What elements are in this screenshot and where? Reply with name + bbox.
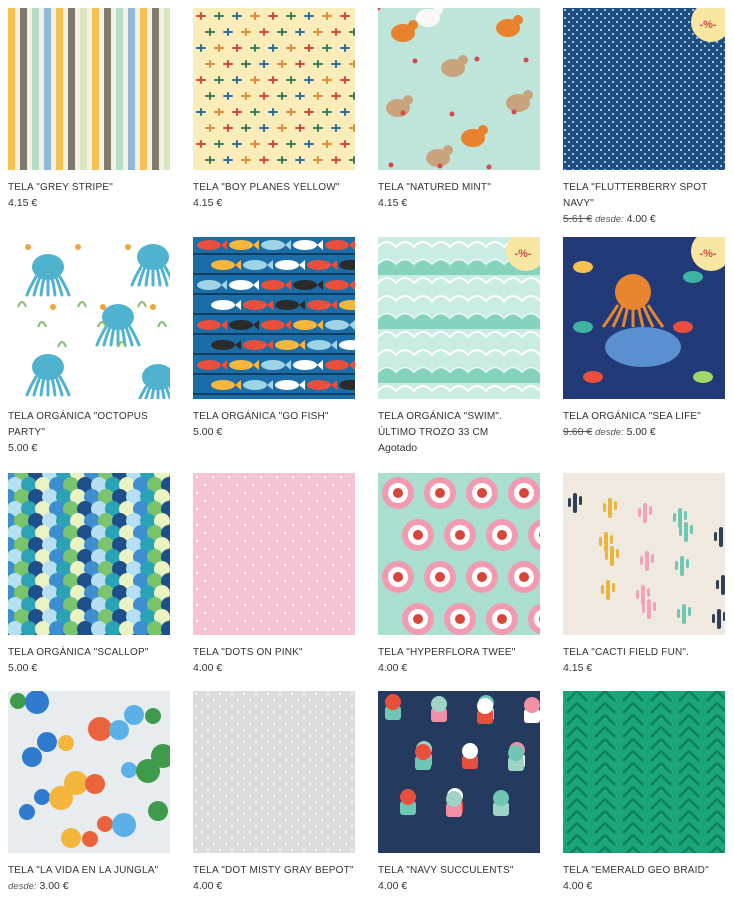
product-image[interactable]: -%- <box>563 8 725 170</box>
product-card: TELA "LA VIDA EN LA JUNGLA" desde: 3.00 … <box>8 691 170 894</box>
product-grid: TELA "GREY STRIPE" 4.15 € TELA "BOY PLAN… <box>0 0 734 900</box>
price: 5.00 € <box>193 426 223 438</box>
jungle-pattern-icon <box>8 691 170 853</box>
from-label: desde: <box>595 427 624 438</box>
price: 4.00 € <box>193 880 223 892</box>
price: 5.00 € <box>626 426 656 438</box>
product-title-link[interactable]: TELA "HYPERFLORA TWEE" <box>378 647 515 658</box>
stock-status: Agotado <box>378 442 418 454</box>
product-title-link[interactable]: TELA "EMERALD GEO BRAID" <box>563 865 709 876</box>
from-label: desde: <box>8 881 37 892</box>
product-image[interactable]: -%- <box>563 237 725 399</box>
product-card: TELA "HYPERFLORA TWEE" 4.00 € <box>378 473 540 675</box>
product-image[interactable] <box>193 473 355 635</box>
product-title-link[interactable]: TELA "DOTS ON PINK" <box>193 647 303 658</box>
price: 4.00 € <box>378 662 408 674</box>
fish-pattern-icon <box>193 237 355 399</box>
geo-braid-pattern-icon <box>563 691 725 853</box>
product-image[interactable] <box>193 237 355 399</box>
old-price: 9.60 € <box>563 426 593 438</box>
product-image[interactable] <box>8 237 170 399</box>
product-title-link[interactable]: TELA "FLUTTERBERRY SPOT NAVY" <box>563 182 707 209</box>
product-title-link[interactable]: TELA ORGÁNICA "SCALLOP" <box>8 647 149 658</box>
product-card: TELA ORGÁNICA "SCALLOP" 5.00 € <box>8 473 170 675</box>
price: 4.00 € <box>626 213 656 225</box>
product-title-link[interactable]: TELA "GREY STRIPE" <box>8 182 113 193</box>
price: 4.15 € <box>193 197 223 209</box>
product-title-link[interactable]: TELA ORGÁNICA "GO FISH" <box>193 411 329 422</box>
price: 4.00 € <box>563 880 593 892</box>
product-image[interactable] <box>563 691 725 853</box>
from-label: desde: <box>595 214 624 225</box>
product-card: TELA "NATURED MINT" 4.15 € <box>378 8 540 210</box>
flowers-pattern-icon <box>378 473 540 635</box>
pink-dots-pattern-icon <box>193 473 355 635</box>
product-title-link[interactable]: TELA "CACTI FIELD FUN". <box>563 647 689 658</box>
forest-animals-pattern-icon <box>378 8 540 170</box>
product-image[interactable] <box>8 473 170 635</box>
product-image[interactable] <box>193 8 355 170</box>
scallop-pattern-icon <box>8 473 170 635</box>
product-image[interactable] <box>378 8 540 170</box>
product-card: TELA "DOT MISTY GRAY BEPOT" 4.00 € <box>193 691 355 893</box>
price: 4.15 € <box>8 197 38 209</box>
product-title-link[interactable]: TELA "DOT MISTY GRAY BEPOT" <box>193 865 354 876</box>
product-card: TELA ORGÁNICA "OCTOPUS PARTY" 5.00 € <box>8 237 170 455</box>
product-image[interactable]: -%- <box>378 237 540 399</box>
product-card: TELA "CACTI FIELD FUN". 4.15 € <box>563 473 725 675</box>
product-title-link[interactable]: TELA ORGÁNICA "SEA LIFE" <box>563 411 701 422</box>
price: 5.00 € <box>8 442 38 454</box>
price: 5.00 € <box>8 662 38 674</box>
product-title-link[interactable]: TELA ORGÁNICA "OCTOPUS PARTY" <box>8 411 148 438</box>
product-card: TELA "EMERALD GEO BRAID" 4.00 € <box>563 691 725 893</box>
product-card: TELA ORGÁNICA "GO FISH" 5.00 € <box>193 237 355 439</box>
product-card: -%- TELA "FLUTTERBERRY SPOT NAVY" 5.61 €… <box>563 8 725 227</box>
product-title-link[interactable]: TELA "NAVY SUCCULENTS" <box>378 865 514 876</box>
product-image[interactable] <box>378 691 540 853</box>
product-card: TELA "NAVY SUCCULENTS" 4.00 € <box>378 691 540 893</box>
product-title-link[interactable]: TELA ORGÁNICA "SWIM". ÚLTIMO TROZO 33 CM <box>378 411 502 438</box>
product-image[interactable] <box>193 691 355 853</box>
price: 4.00 € <box>378 880 408 892</box>
product-card: TELA "GREY STRIPE" 4.15 € <box>8 8 170 210</box>
product-card: -%- TELA ORGÁNICA "SWIM". ÚLTIMO TROZO 3… <box>378 237 540 455</box>
product-title-link[interactable]: TELA "LA VIDA EN LA JUNGLA" <box>8 865 158 876</box>
product-title-link[interactable]: TELA "NATURED MINT" <box>378 182 491 193</box>
product-image[interactable] <box>378 473 540 635</box>
octopus-pattern-icon <box>8 237 170 399</box>
product-image[interactable] <box>563 473 725 635</box>
planes-pattern-icon <box>193 8 355 170</box>
product-card: TELA "DOTS ON PINK" 4.00 € <box>193 473 355 675</box>
product-card: -%- TELA ORGÁNICA "SEA LIFE" 9.60 € desd… <box>563 237 725 440</box>
cacti-pattern-icon <box>563 473 725 635</box>
product-image[interactable] <box>8 8 170 170</box>
old-price: 5.61 € <box>563 213 593 225</box>
stripes-pattern-icon <box>8 8 170 170</box>
product-title-link[interactable]: TELA "BOY PLANES YELLOW" <box>193 182 340 193</box>
succulents-pattern-icon <box>378 691 540 853</box>
price: 4.15 € <box>378 197 408 209</box>
price: 4.15 € <box>563 662 593 674</box>
price: 4.00 € <box>193 662 223 674</box>
gray-dots-pattern-icon <box>193 691 355 853</box>
product-card: TELA "BOY PLANES YELLOW" 4.15 € <box>193 8 355 210</box>
product-image[interactable] <box>8 691 170 853</box>
price: 3.00 € <box>39 880 69 892</box>
